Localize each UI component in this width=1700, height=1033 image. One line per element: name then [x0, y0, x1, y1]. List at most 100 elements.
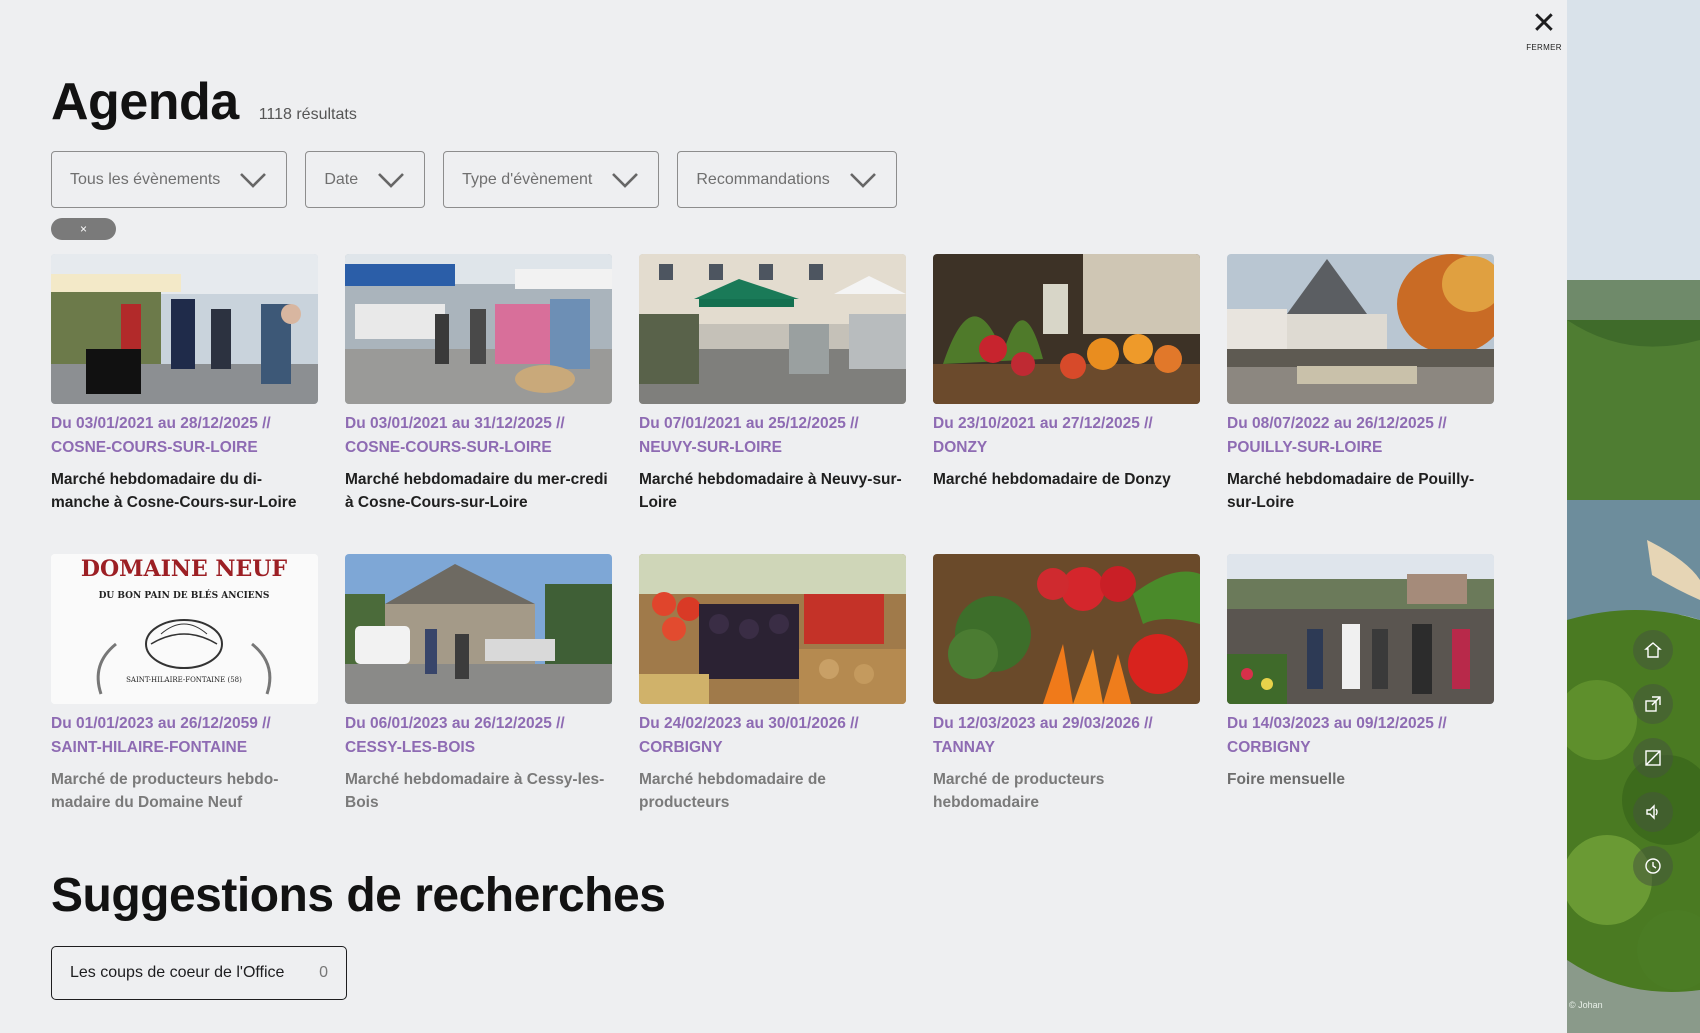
event-card[interactable]: Du 12/03/2023 au 29/03/2026 // TANNAY Mar…: [933, 554, 1200, 824]
event-date-range: Du 12/03/2023 au 29/03/2026 //: [933, 715, 1153, 732]
close-icon: ✕: [1531, 6, 1557, 41]
event-card[interactable]: Du 23/10/2021 au 27/12/2025 // DONZY Marc…: [933, 254, 1200, 524]
suggestion-favorites-chip[interactable]: Les coups de coeur de l'Office 0: [51, 946, 347, 1000]
clear-filters-chip[interactable]: ×: [51, 218, 116, 240]
event-card[interactable]: Du 24/02/2023 au 30/01/2026 // CORBIGNY M…: [639, 554, 906, 824]
event-city: TANNAY: [933, 739, 996, 756]
filter-label: Recommandations: [696, 170, 830, 188]
event-title: Marché hebdomadaire à Cessy-les-Bois: [345, 771, 605, 811]
event-date: Du 08/07/2022 au 26/12/2025 // POUILLY-SU…: [1227, 412, 1494, 460]
event-photo: [345, 554, 612, 704]
logo-location: SAINT-HILAIRE-FONTAINE (58): [126, 676, 242, 684]
events-grid: Du 03/01/2021 au 28/12/2025 // COSNE-COUR…: [51, 254, 1494, 524]
results-count: 1118 résultats: [258, 106, 357, 123]
share-button[interactable]: [1633, 684, 1673, 724]
suggestion-label: Les coups de coeur de l'Office: [70, 964, 285, 981]
event-photo: [639, 254, 906, 404]
suggestion-count: 0: [319, 964, 328, 981]
event-city: COSNE-COURS-SUR-LOIRE: [345, 439, 552, 456]
event-city: POUILLY-SUR-LOIRE: [1227, 439, 1383, 456]
event-title: Marché de producteurs hebdo-madaire du D…: [51, 771, 279, 811]
event-title: Foire mensuelle: [1227, 771, 1346, 788]
filter-recommendations[interactable]: Recommandations: [677, 151, 897, 208]
event-date-range: Du 03/01/2021 au 31/12/2025 //: [345, 415, 565, 432]
event-date-range: Du 06/01/2023 au 26/12/2025 //: [345, 715, 565, 732]
event-card[interactable]: DOMAINE NEUF DU BON PAIN DE BLÉS ANCIENS…: [51, 554, 318, 824]
event-card[interactable]: Du 06/01/2023 au 26/12/2025 // CESSY-LES-…: [345, 554, 612, 824]
filter-bar: Tous les évènements Date Type d'évènemen…: [51, 151, 897, 208]
accessibility-icon: [1645, 750, 1661, 766]
event-card[interactable]: Du 08/07/2022 au 26/12/2025 // POUILLY-SU…: [1227, 254, 1494, 524]
event-card[interactable]: Du 03/01/2021 au 31/12/2025 // COSNE-COUR…: [345, 254, 612, 524]
event-card[interactable]: Du 07/01/2021 au 25/12/2025 // NEUVY-SUR-…: [639, 254, 906, 524]
event-date-range: Du 14/03/2023 au 09/12/2025 //: [1227, 715, 1447, 732]
close-label: FERMER: [1526, 43, 1562, 52]
page-title: Agenda: [51, 73, 239, 131]
filter-label: Type d'évènement: [462, 170, 593, 188]
event-city: SAINT-HILAIRE-FONTAINE: [51, 739, 248, 756]
home-icon: [1644, 642, 1662, 658]
event-date: Du 14/03/2023 au 09/12/2025 // CORBIGNY: [1227, 712, 1494, 760]
event-photo: [51, 254, 318, 404]
event-date: Du 03/01/2021 au 28/12/2025 // COSNE-COUR…: [51, 412, 318, 460]
event-date-range: Du 08/07/2022 au 26/12/2025 //: [1227, 415, 1447, 432]
event-date: Du 23/10/2021 au 27/12/2025 // DONZY: [933, 412, 1200, 460]
event-photo: [933, 254, 1200, 404]
filter-event-type[interactable]: Type d'évènement: [443, 151, 660, 208]
event-city: COSNE-COURS-SUR-LOIRE: [51, 439, 258, 456]
event-date: Du 24/02/2023 au 30/01/2026 // CORBIGNY: [639, 712, 906, 760]
clear-icon: ×: [79, 222, 87, 236]
event-date-range: Du 24/02/2023 au 30/01/2026 //: [639, 715, 859, 732]
chevron-down-icon: [238, 171, 268, 189]
history-button[interactable]: [1633, 846, 1673, 886]
event-card[interactable]: Du 14/03/2023 au 09/12/2025 // CORBIGNY F…: [1227, 554, 1494, 824]
event-date: Du 03/01/2021 au 31/12/2025 // COSNE-COUR…: [345, 412, 612, 460]
event-date-range: Du 01/01/2023 au 26/12/2059 //: [51, 715, 271, 732]
home-button[interactable]: [1633, 630, 1673, 670]
share-icon: [1645, 696, 1661, 712]
event-photo: [1227, 254, 1494, 404]
side-toolbar: [1633, 630, 1673, 886]
event-city: CESSY-LES-BOIS: [345, 739, 476, 756]
event-card[interactable]: Du 03/01/2021 au 28/12/2025 // COSNE-COUR…: [51, 254, 318, 524]
event-date: Du 12/03/2023 au 29/03/2026 // TANNAY: [933, 712, 1200, 760]
filter-date[interactable]: Date: [305, 151, 426, 208]
logo-title: DOMAINE NEUF: [81, 556, 288, 582]
close-button[interactable]: ✕ FERMER: [1526, 6, 1562, 53]
event-title: Marché hebdomadaire du mer-credi à Cosne…: [345, 471, 608, 511]
event-date-range: Du 07/01/2021 au 25/12/2025 //: [639, 415, 859, 432]
event-city: CORBIGNY: [639, 739, 723, 756]
chevron-down-icon: [848, 171, 878, 189]
event-title: Marché hebdomadaire du di-manche à Cosne…: [51, 471, 297, 511]
event-title: Marché hebdomadaire de Pouilly-sur-Loire: [1227, 471, 1475, 511]
filter-all-events[interactable]: Tous les évènements: [51, 151, 288, 208]
events-grid-row-2: DOMAINE NEUF DU BON PAIN DE BLÉS ANCIENS…: [51, 554, 1494, 824]
event-title: Marché de producteurs hebdomadaire: [933, 771, 1105, 811]
sound-icon: [1646, 804, 1658, 820]
history-icon: [1645, 858, 1661, 874]
agenda-panel: ✕ FERMER Agenda 1118 résultats Tous les …: [0, 0, 1567, 1033]
event-photo: [639, 554, 906, 704]
chevron-down-icon: [610, 171, 640, 189]
event-city: NEUVY-SUR-LOIRE: [639, 439, 782, 456]
event-title: Marché hebdomadaire de Donzy: [933, 471, 1171, 488]
accessibility-button[interactable]: [1633, 738, 1673, 778]
event-title: Marché hebdomadaire de producteurs: [639, 771, 826, 811]
sound-button[interactable]: [1633, 792, 1673, 832]
event-date-range: Du 03/01/2021 au 28/12/2025 //: [51, 415, 271, 432]
event-city: DONZY: [933, 439, 988, 456]
event-photo: [933, 554, 1200, 704]
chevron-down-icon: [376, 171, 406, 189]
event-photo: [1227, 554, 1494, 704]
event-city: CORBIGNY: [1227, 739, 1311, 756]
event-date: Du 01/01/2023 au 26/12/2059 // SAINT-HILA…: [51, 712, 318, 760]
photo-credit: © Johan: [1569, 1000, 1603, 1010]
logo-subtitle: DU BON PAIN DE BLÉS ANCIENS: [99, 589, 270, 601]
page-header: Agenda 1118 résultats: [51, 72, 357, 132]
event-title: Marché hebdomadaire à Neuvy-sur-Loire: [639, 471, 902, 511]
filter-label: Tous les évènements: [70, 170, 221, 188]
event-date: Du 06/01/2023 au 26/12/2025 // CESSY-LES-…: [345, 712, 612, 760]
filter-label: Date: [324, 170, 359, 188]
event-date: Du 07/01/2021 au 25/12/2025 // NEUVY-SUR-…: [639, 412, 906, 460]
event-date-range: Du 23/10/2021 au 27/12/2025 //: [933, 415, 1153, 432]
